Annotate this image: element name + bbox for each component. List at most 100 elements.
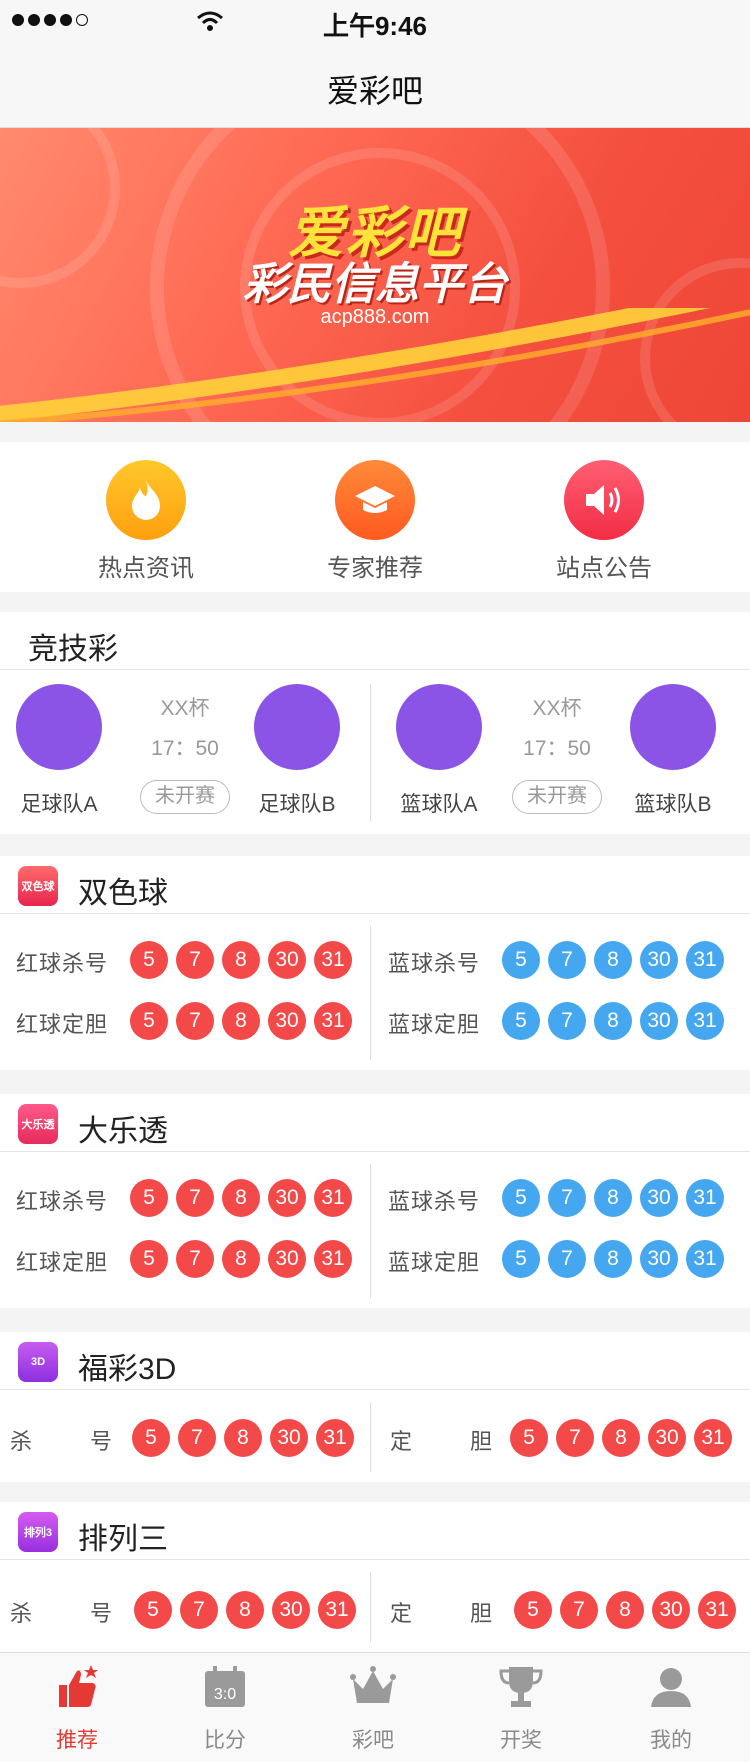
ball-red: 31 [694,1419,732,1457]
quick-link-announcement[interactable]: 站点公告 [504,460,704,583]
section-daletou: 大乐透 大乐透 红球杀号 5 7 8 30 31 红球定胆 5 7 8 30 3… [0,1094,750,1308]
section-header[interactable]: 双色球 双色球 [0,856,750,914]
ball-red: 8 [222,1002,260,1040]
ball-blue: 8 [594,1002,632,1040]
calendar-score-icon: 3:0 [205,1666,245,1707]
tab-lottery-results[interactable]: 开奖 [446,1663,596,1754]
match-time: 17：50 [523,737,591,760]
divider [370,926,371,1060]
row-label: 蓝球定胆 [388,1250,481,1275]
number-row: 红球定胆 5 7 8 30 31 [0,1235,370,1285]
ball-blue: 7 [548,941,586,979]
ball-red: 30 [272,1591,310,1629]
daletou-logo-icon: 大乐透 [18,1104,58,1144]
ball-red: 30 [268,1179,306,1217]
ball-red: 31 [314,1179,352,1217]
row-label: 蓝球杀号 [388,951,481,976]
ball-red: 7 [178,1419,216,1457]
section-pailie3: 排列3 排列三 杀 号 5 7 8 30 31 定 胆 5 7 8 30 31 [0,1502,750,1652]
status-badge: 未开赛 [512,780,602,814]
match-time: 17：50 [151,737,219,760]
number-row: 蓝球定胆 5 7 8 30 31 [372,1235,742,1285]
ball-blue: 8 [594,941,632,979]
ball-red: 31 [316,1419,354,1457]
ball-red: 7 [180,1591,218,1629]
team-logo [396,684,482,770]
ball-red: 7 [176,1179,214,1217]
team-away: 足球队B [242,684,352,818]
ball-red: 7 [560,1591,598,1629]
graduation-cap-icon [335,460,415,540]
ball-red: 8 [224,1419,262,1457]
tab-caiba[interactable]: 彩吧 [298,1663,448,1754]
row-label: 蓝球杀号 [388,1189,481,1214]
section-header[interactable]: 3D 福彩3D [0,1332,750,1390]
quick-link-hot-news[interactable]: 热点资讯 [46,460,246,583]
number-row: 蓝球杀号 5 7 8 30 31 [372,936,742,986]
team-away: 篮球队B [618,684,728,818]
number-row: 红球杀号 5 7 8 30 31 [0,1174,370,1224]
ball-blue: 5 [502,1240,540,1278]
row-label: 红球定胆 [16,1250,109,1275]
ball-red: 5 [132,1419,170,1457]
ball-red: 31 [318,1591,356,1629]
ball-red: 7 [176,1240,214,1278]
status-badge: 未开赛 [140,780,230,814]
tab-label: 我的 [650,1729,692,1752]
section-header[interactable]: 排列3 排列三 [0,1502,750,1560]
tab-label: 比分 [204,1729,246,1752]
team-name: 足球队A [20,793,98,816]
row-label: 红球定胆 [16,1012,109,1037]
page-title: 爱彩吧 [326,73,423,109]
tab-score-text: 3:0 [214,1686,236,1703]
status-time: 上午9:46 [322,11,428,41]
quick-link-label: 热点资讯 [98,555,194,582]
divider [370,1572,371,1642]
ball-blue: 7 [548,1179,586,1217]
quick-link-label: 专家推荐 [327,555,423,582]
ball-blue: 30 [640,1002,678,1040]
team-home: 足球队A [4,684,114,818]
number-row: 蓝球杀号 5 7 8 30 31 [372,1174,742,1224]
ball-red: 8 [606,1591,644,1629]
tab-score[interactable]: 3:0 比分 [150,1663,300,1754]
section-fucai3d: 3D 福彩3D 杀 号 5 7 8 30 31 定 胆 5 7 8 30 31 [0,1332,750,1482]
section-shuangseqiu: 双色球 双色球 红球杀号 5 7 8 30 31 红球定胆 5 7 8 30 3… [0,856,750,1070]
number-row: 蓝球定胆 5 7 8 30 31 [372,997,742,1047]
quick-link-expert[interactable]: 专家推荐 [275,460,475,583]
ball-blue: 7 [548,1002,586,1040]
ball-red: 30 [268,1240,306,1278]
ball-red: 8 [222,941,260,979]
ball-red: 31 [314,941,352,979]
ball-blue: 8 [594,1240,632,1278]
ball-red: 30 [652,1591,690,1629]
section-title: 大乐透 [78,1115,168,1148]
match-card[interactable]: 足球队A XX杯 17：50 未开赛 足球队B [0,670,370,832]
ball-red: 5 [130,941,168,979]
tab-recommend[interactable]: 推荐 [2,1663,152,1754]
flame-icon [106,460,186,540]
ball-red: 8 [602,1419,640,1457]
divider [370,684,371,822]
tab-label: 推荐 [56,1729,98,1752]
team-name: 篮球队A [400,793,478,816]
row-label: 定 胆 [390,1429,511,1454]
ball-red: 8 [222,1240,260,1278]
row-label: 杀 号 [10,1601,131,1626]
tab-label: 开奖 [500,1729,542,1752]
ball-blue: 5 [502,941,540,979]
section-title: 排列三 [78,1523,168,1556]
ball-blue: 31 [686,941,724,979]
number-row: 红球定胆 5 7 8 30 31 [0,997,370,1047]
ball-blue: 5 [502,1002,540,1040]
section-header[interactable]: 竞技彩 [0,612,750,670]
section-header[interactable]: 大乐透 大乐透 [0,1094,750,1152]
tab-mine[interactable]: 我的 [596,1663,746,1754]
team-logo [630,684,716,770]
team-home: 篮球队A [384,684,494,818]
match-card[interactable]: 篮球队A XX杯 17：50 未开赛 篮球队B [372,670,742,832]
ball-red: 7 [556,1419,594,1457]
number-row: 定 胆 5 7 8 30 31 [374,1586,744,1636]
row-label: 杀 号 [10,1429,131,1454]
promo-banner[interactable]: 爱彩吧 彩民信息平台 acp888.com [0,128,750,422]
